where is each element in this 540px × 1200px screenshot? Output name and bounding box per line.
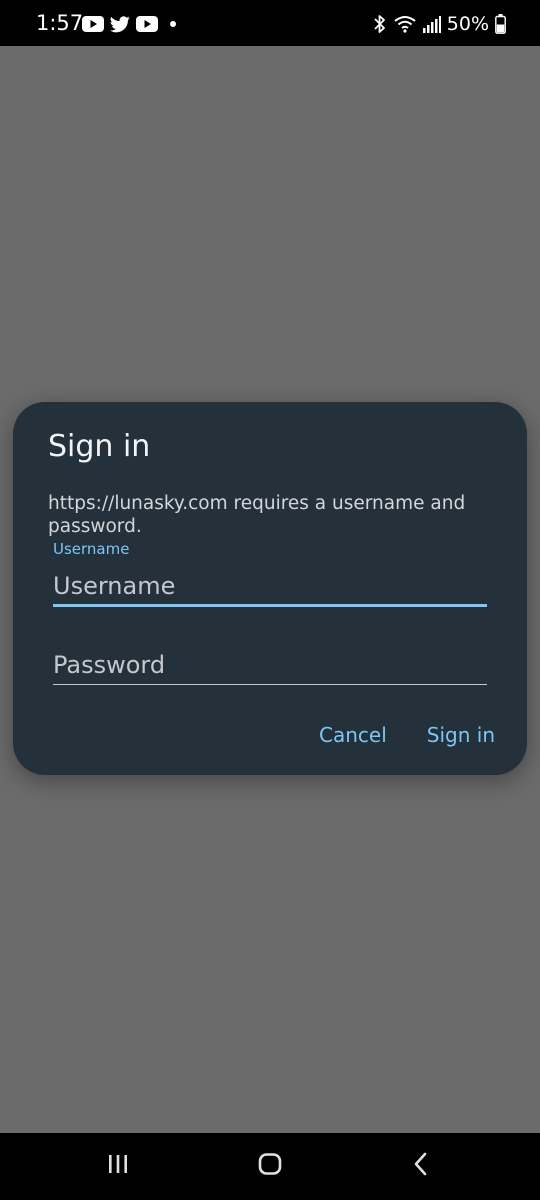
- system-status-icons: 50%: [367, 13, 506, 35]
- username-input[interactable]: [53, 567, 487, 607]
- username-floating-label: Username: [53, 540, 130, 558]
- battery-icon: [495, 14, 506, 34]
- recents-icon: [107, 1154, 129, 1178]
- home-icon: [258, 1153, 282, 1179]
- dialog-message: https://lunasky.com requires a username …: [48, 493, 466, 537]
- status-time: 1:57: [36, 11, 84, 35]
- back-button[interactable]: [400, 1151, 440, 1181]
- sign-in-button[interactable]: Sign in: [427, 720, 495, 750]
- recents-button[interactable]: [98, 1151, 138, 1181]
- wifi-icon: [393, 14, 417, 34]
- twitter-icon: [110, 15, 130, 33]
- sign-in-dialog: Sign in https://lunasky.com requires a u…: [13, 402, 527, 775]
- home-button[interactable]: [250, 1151, 290, 1181]
- dialog-actions: Cancel Sign in: [319, 720, 495, 750]
- back-icon: [412, 1152, 428, 1180]
- navigation-bar: [0, 1133, 540, 1200]
- signal-icon: [422, 15, 441, 33]
- password-input[interactable]: [53, 645, 487, 685]
- youtube-icon: [136, 16, 158, 32]
- cancel-button[interactable]: Cancel: [319, 720, 387, 750]
- dialog-title: Sign in: [48, 429, 151, 464]
- status-bar: 1:57 50%: [0, 0, 540, 46]
- youtube-icon: [82, 16, 104, 32]
- notification-dot-icon: [170, 21, 176, 27]
- battery-percentage: 50%: [446, 13, 489, 35]
- notification-icons: [82, 14, 182, 34]
- bluetooth-icon: [373, 14, 387, 34]
